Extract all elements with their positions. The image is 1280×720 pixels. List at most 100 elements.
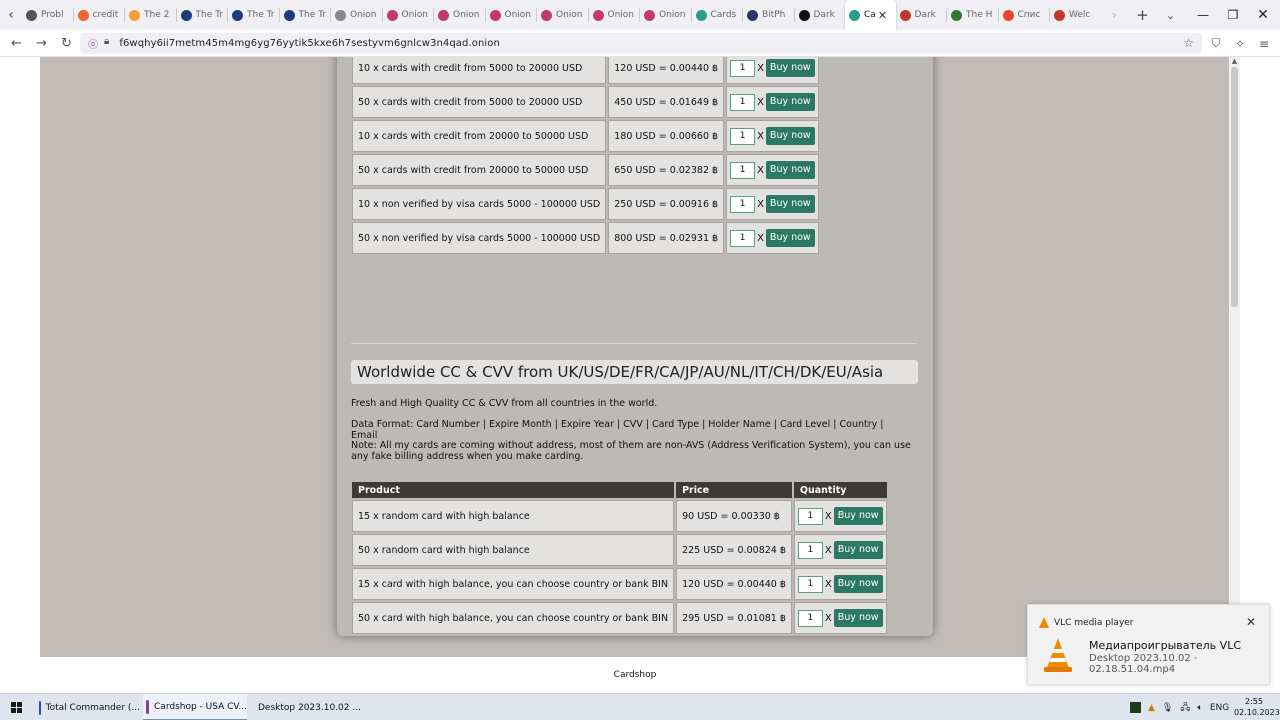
close-window-button[interactable]: ✕	[1248, 0, 1278, 30]
notification-body: Desktop 2023.10.02 - 02.18.51.04.mp4	[1089, 653, 1198, 675]
tab-label: Dark	[914, 10, 936, 20]
back-button[interactable]: ←	[4, 30, 29, 57]
quantity-input[interactable]: 1	[730, 161, 756, 179]
quantity-input[interactable]: 1	[797, 541, 823, 559]
microphone-icon[interactable]: 🎙︎	[1162, 703, 1173, 713]
nvidia-icon[interactable]	[1130, 702, 1141, 713]
tab-scroll-left-icon[interactable]: ‹	[0, 0, 22, 30]
system-tray: ▲ 🎙︎ 🖧︎ 🔈︎ ENG	[1130, 694, 1236, 720]
taskbar-item[interactable]: Desktop 2023.10.02 ...	[250, 694, 361, 720]
onion-site-icon[interactable]: ⓞ	[88, 36, 98, 51]
table-row: 50 x non verified by visa cards 5000 - 1…	[352, 222, 819, 254]
buy-now-button[interactable]: Buy now	[765, 93, 815, 111]
shield-icon[interactable]: ⛉	[1204, 30, 1228, 57]
header-product: Product	[352, 482, 675, 498]
forward-button[interactable]: →	[29, 30, 54, 57]
browser-tab[interactable]: Onion	[331, 0, 382, 30]
quantity-input[interactable]: 1	[730, 127, 756, 145]
start-button[interactable]	[8, 694, 24, 720]
buy-now-button[interactable]: Buy now	[765, 127, 815, 145]
browser-tab[interactable]: Onion	[589, 0, 640, 30]
buy-now-button[interactable]: Buy now	[765, 195, 815, 213]
notification-close-icon[interactable]: ✕	[1246, 615, 1256, 629]
list-all-tabs-button[interactable]: ⌄	[1157, 0, 1185, 30]
browser-tab[interactable]: credit	[74, 0, 125, 30]
browser-tab[interactable]: Dark	[896, 0, 947, 30]
browser-tab[interactable]: The Tr	[280, 0, 331, 30]
tab-label: Onion	[350, 10, 377, 20]
taskbar-item-label: Desktop 2023.10.02 ...	[258, 702, 361, 713]
quantity-input[interactable]: 1	[730, 229, 756, 247]
table-row: 50 x card with high balance, you can cho…	[352, 602, 887, 634]
product-name: 15 x random card with high balance	[352, 500, 675, 532]
browser-tab[interactable]: The H	[947, 0, 998, 30]
buy-now-button[interactable]: Buy now	[765, 161, 815, 179]
reddit-icon	[1002, 9, 1014, 21]
quantity-cell: 1 X Buy now	[793, 500, 887, 532]
windows-icon	[10, 702, 22, 713]
browser-tab[interactable]: Onion	[640, 0, 691, 30]
lock-icon[interactable]: 🔒︎	[104, 36, 109, 51]
scroll-up-icon[interactable]: ▲	[1229, 57, 1240, 67]
browser-tab[interactable]: Dark	[795, 0, 846, 30]
browser-tab[interactable]: Ca ✕	[845, 0, 896, 30]
quantity-cell: 1 X Buy now	[726, 222, 819, 254]
browser-tab[interactable]: Cards	[692, 0, 743, 30]
tab-scroll-right-icon[interactable]: ›	[1101, 0, 1129, 30]
clock-date: 02.10.2023	[1234, 708, 1280, 717]
table-header-row: Product Price Quantity	[352, 482, 887, 498]
browser-tab[interactable]: Probl	[22, 0, 73, 30]
buy-now-button[interactable]: Buy now	[765, 229, 815, 247]
browser-tab[interactable]: BitPh	[743, 0, 794, 30]
taskbar-item[interactable]: Cardshop - USA CV...	[143, 694, 247, 720]
quantity-input[interactable]: 1	[730, 93, 756, 111]
navigation-bar: ← → ↻ ⓞ 🔒︎ f6wqhy6ii7metm45m4mg6yg76yyti…	[0, 30, 1280, 57]
volume-icon[interactable]: 🔈︎	[1197, 703, 1202, 713]
browser-tab[interactable]: The Tr	[177, 0, 228, 30]
new-tab-button[interactable]: +	[1129, 0, 1157, 30]
buy-now-button[interactable]: Buy now	[833, 507, 883, 525]
product-name: 10 x cards with credit from 5000 to 2000…	[352, 57, 607, 84]
quantity-input[interactable]: 1	[797, 609, 823, 627]
scrollbar-thumb[interactable]	[1231, 67, 1238, 307]
buy-now-button[interactable]: Buy now	[833, 575, 883, 593]
vlc-tray-icon[interactable]: ▲	[1148, 703, 1155, 713]
reload-button[interactable]: ↻	[54, 30, 79, 57]
tor-circuit-icon[interactable]: ✧	[1228, 30, 1252, 57]
quantity-input[interactable]: 1	[730, 59, 756, 77]
tab-close-icon[interactable]: ✕	[878, 9, 887, 22]
browser-tab[interactable]: Onion	[434, 0, 485, 30]
quantity-cell: 1 X Buy now	[726, 86, 819, 118]
browser-tab[interactable]: The Tr	[228, 0, 279, 30]
quantity-input[interactable]: 1	[797, 507, 823, 525]
vlc-notification[interactable]: VLC media player ✕ Медиапроигрыватель VL…	[1027, 604, 1270, 685]
buy-now-button[interactable]: Buy now	[833, 541, 883, 559]
vlc-cone-icon	[1044, 638, 1072, 672]
page-scrollbar[interactable]: ▲	[1229, 57, 1240, 657]
times-label: X	[757, 198, 764, 210]
quantity-input[interactable]: 1	[730, 195, 756, 213]
browser-tab[interactable]: Onion	[383, 0, 434, 30]
url-text[interactable]: f6wqhy6ii7metm45m4mg6yg76yytik5kxe6h7ses…	[119, 38, 500, 49]
clock[interactable]: 2:55 02.10.2023	[1234, 696, 1280, 718]
address-bar[interactable]: ⓞ 🔒︎ f6wqhy6ii7metm45m4mg6yg76yytik5kxe6…	[80, 33, 1202, 54]
language-indicator[interactable]: ENG	[1210, 703, 1229, 713]
menu-icon[interactable]: ≡	[1252, 30, 1276, 57]
buy-now-button[interactable]: Buy now	[833, 609, 883, 627]
browser-tab[interactable]: Welc	[1050, 0, 1101, 30]
tab-label: Onion	[453, 10, 480, 20]
minimize-button[interactable]: —	[1188, 0, 1218, 30]
browser-tab[interactable]: Спис	[999, 0, 1050, 30]
taskbar-item-label: Cardshop - USA CV...	[154, 701, 247, 712]
bookmark-star-icon[interactable]: ☆	[1183, 36, 1194, 50]
browser-tab[interactable]: The 2	[125, 0, 176, 30]
browser-tab[interactable]: Onion	[486, 0, 537, 30]
browser-tab[interactable]: Onion	[537, 0, 588, 30]
network-icon[interactable]: 🖧︎	[1180, 700, 1190, 716]
quantity-input[interactable]: 1	[797, 575, 823, 593]
header-price: Price	[676, 482, 792, 498]
buy-now-button[interactable]: Buy now	[765, 59, 815, 77]
restore-button[interactable]: ❐	[1218, 0, 1248, 30]
tab-label: Probl	[41, 10, 64, 20]
taskbar-item[interactable]: Total Commander (...	[36, 694, 140, 720]
